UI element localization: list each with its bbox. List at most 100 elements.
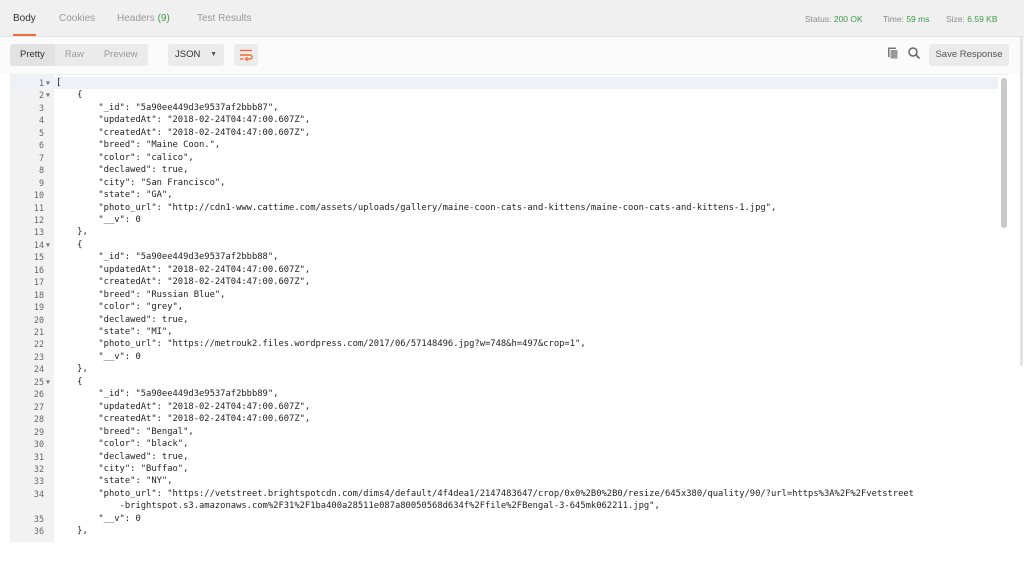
code-text: "photo_url": "http://cdn1-www.cattime.co… (56, 202, 777, 213)
line-number: 31 (33, 451, 44, 462)
view-mode-toggle: Pretty Raw Preview (10, 44, 148, 66)
status-label: Status: (805, 14, 832, 24)
line-number: 8 (38, 165, 44, 176)
preview-button[interactable]: Preview (94, 44, 148, 66)
tab-body[interactable]: Body (13, 0, 36, 36)
wrap-lines-icon (240, 49, 253, 62)
code-text: "color": "grey", (56, 302, 184, 313)
code-text: "createdAt": "2018-02-24T04:47:00.607Z", (56, 127, 311, 138)
code-line: 5 "createdAt": "2018-02-24T04:47:00.607Z… (10, 127, 998, 139)
code-text: { (56, 239, 83, 250)
size-indicator: Size: 6.59 KB (946, 0, 998, 36)
search-button[interactable] (907, 46, 923, 62)
code-line: 3 "_id": "5a90ee449d3e9537af2bbb87", (10, 102, 998, 114)
line-number: 16 (33, 264, 44, 275)
time-indicator: Time: 59 ms (883, 0, 929, 36)
headers-count-badge: (9) (157, 13, 170, 24)
code-text: { (56, 376, 83, 387)
code-text: "state": "MI", (56, 327, 173, 337)
code-text: "__v": 0 (56, 513, 141, 524)
code-line: 13 }, (10, 226, 998, 238)
line-number: 34 (33, 488, 44, 499)
editor-scrollbar[interactable] (1001, 78, 1007, 228)
code-line: 20 "declawed": true, (10, 314, 998, 326)
line-number: 18 (33, 289, 44, 300)
bottom-blank-area (0, 542, 1024, 571)
fold-toggle-icon[interactable]: ▼ (46, 376, 50, 388)
response-toolbar (0, 37, 1024, 74)
code-text: "photo_url": "https://metrouk2.files.wor… (56, 339, 586, 350)
line-number: 13 (33, 227, 44, 238)
response-body-editor[interactable]: 1 ▼[2 ▼ {3 "_id": "5a90ee449d3e9537af2bbb8… (10, 74, 1008, 543)
line-number: 4 (38, 115, 44, 126)
line-number: 33 (33, 476, 44, 487)
code-line: 24 }, (10, 363, 998, 375)
code-text: "state": "NY", (56, 476, 173, 487)
code-text: }, (56, 364, 88, 375)
code-line: 8 "declawed": true, (10, 164, 998, 176)
format-select[interactable]: JSON ▼ (168, 44, 224, 66)
time-value: 59 ms (906, 14, 930, 24)
code-text: "declawed": true, (56, 451, 189, 462)
code-line: 7 "color": "calico", (10, 152, 998, 164)
code-text: "breed": "Maine Coon.", (56, 140, 221, 151)
line-number: 17 (33, 277, 44, 288)
fold-toggle-icon[interactable]: ▼ (46, 239, 50, 251)
code-line: 11 "photo_url": "http://cdn1-www.cattime… (10, 202, 998, 214)
code-text: { (56, 90, 83, 101)
line-number: 5 (38, 127, 44, 138)
code-line: 31 "declawed": true, (10, 451, 998, 463)
code-text: "declawed": true, (56, 314, 189, 325)
tab-test-results[interactable]: Test Results (197, 0, 251, 36)
line-number: 22 (33, 339, 44, 350)
code-text: "__v": 0 (56, 351, 141, 362)
code-line: 36 }, (10, 525, 998, 537)
line-number: 26 (33, 389, 44, 400)
status-indicator: Status: 200 OK (805, 0, 863, 36)
tab-cookies-label: Cookies (59, 13, 96, 24)
code-text: -brightspot.s3.amazonaws.com%2F31%2F1ba4… (56, 501, 660, 512)
tab-cookies[interactable]: Cookies (59, 0, 95, 36)
code-line: 33 "state": "NY", (10, 475, 998, 487)
line-number: 11 (33, 202, 44, 213)
code-text: "photo_url": "https://vetstreet.brightsp… (56, 488, 914, 499)
line-number: 21 (33, 327, 44, 337)
code-line: 14 ▼ { (10, 239, 998, 251)
tab-headers-label: Headers (117, 13, 155, 24)
line-number: 10 (33, 190, 44, 201)
code-line: 1 ▼ [ (10, 77, 998, 90)
code-line: 27 "updatedAt": "2018-02-24T04:47:00.607… (10, 401, 998, 413)
code-text: "createdAt": "2018-02-24T04:47:00.607Z", (56, 414, 311, 425)
line-number: 2 (38, 90, 44, 101)
line-number: 24 (33, 364, 44, 375)
code-text: "_id": "5a90ee449d3e9537af2bbb88", (56, 252, 279, 263)
code-line: 19 "color": "grey", (10, 301, 998, 313)
line-number: 20 (33, 314, 44, 325)
pretty-button[interactable]: Pretty (10, 44, 55, 66)
code-text: "city": "Buffao", (56, 463, 189, 474)
page-scrollbar[interactable] (1020, 36, 1023, 366)
tab-test-results-label: Test Results (197, 13, 252, 24)
save-response-button[interactable]: Save Response (929, 44, 1009, 66)
raw-button[interactable]: Raw (55, 44, 94, 66)
code-text: "__v": 0 (56, 214, 141, 225)
code-text: "createdAt": "2018-02-24T04:47:00.607Z", (56, 277, 311, 288)
copy-icon (888, 47, 899, 60)
code-text: "updatedAt": "2018-02-24T04:47:00.607Z", (56, 401, 311, 412)
line-number: 36 (33, 526, 44, 537)
fold-toggle-icon[interactable]: ▼ (46, 77, 50, 89)
code-text: "updatedAt": "2018-02-24T04:47:00.607Z", (56, 115, 311, 126)
copy-button[interactable] (886, 46, 902, 62)
code-text: "_id": "5a90ee449d3e9537af2bbb89", (56, 389, 279, 400)
fold-toggle-icon[interactable]: ▼ (46, 89, 50, 101)
code-text: "breed": "Bengal", (56, 426, 194, 437)
code-text: "declawed": true, (56, 165, 189, 176)
code-text: [ (56, 78, 62, 88)
code-line: 6 "breed": "Maine Coon.", (10, 139, 998, 151)
code-line: 28 "createdAt": "2018-02-24T04:47:00.607… (10, 413, 998, 425)
size-label: Size: (946, 14, 965, 24)
time-label: Time: (883, 14, 904, 24)
wrap-lines-button[interactable] (234, 44, 258, 66)
response-tabs-bar: Body Cookies Headers (9) Test Results St… (0, 0, 1024, 37)
tab-headers[interactable]: Headers (9) (117, 0, 170, 36)
